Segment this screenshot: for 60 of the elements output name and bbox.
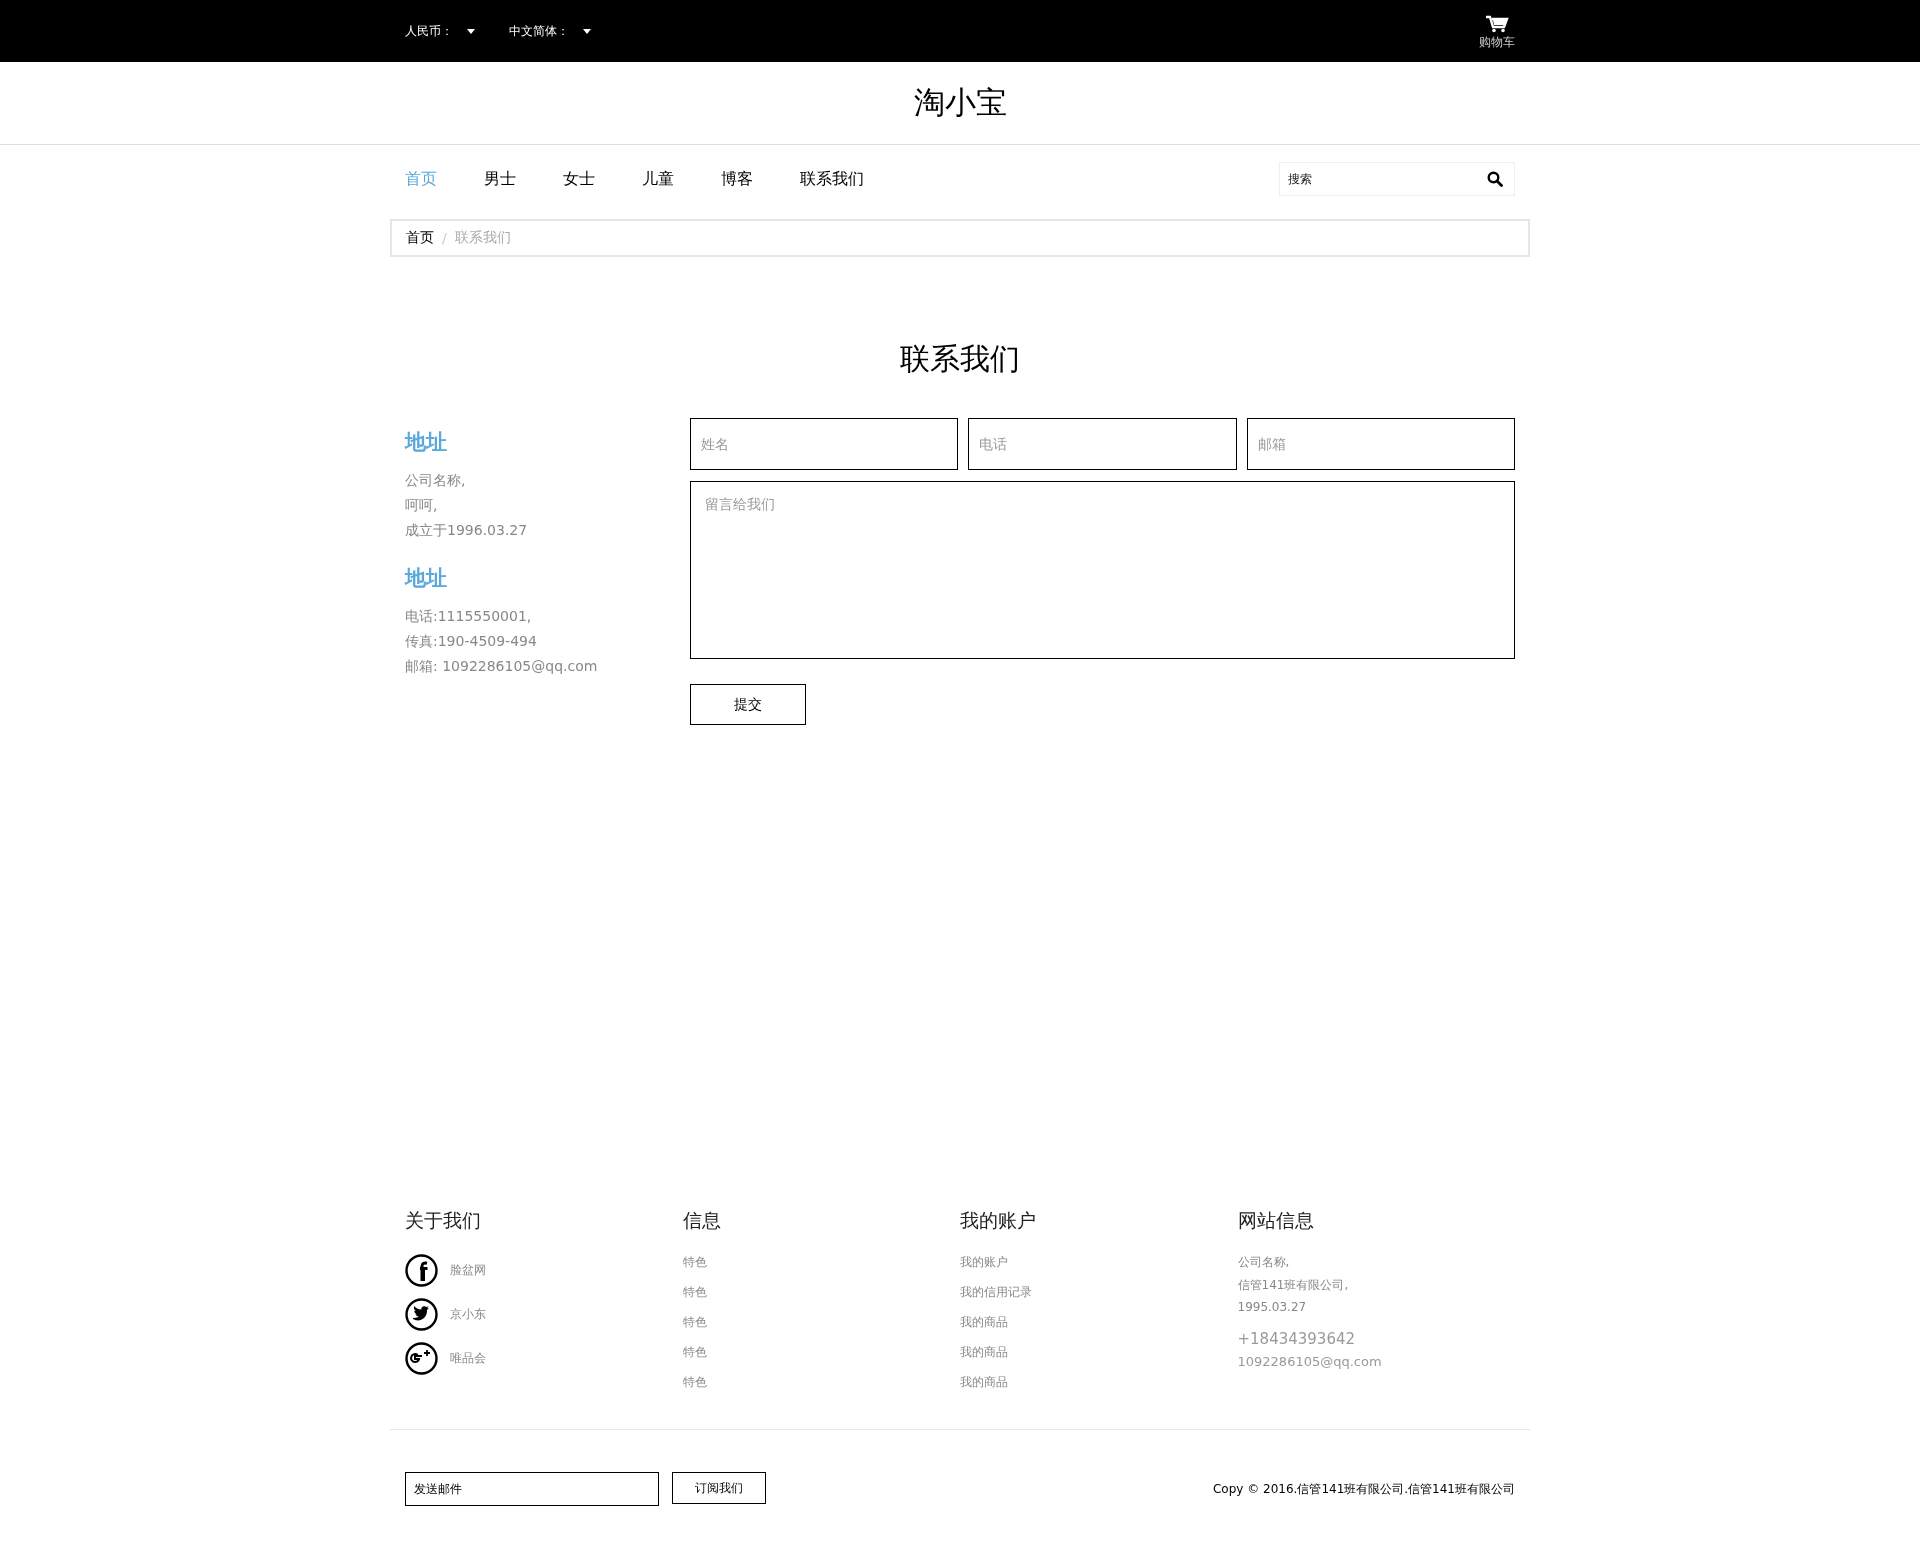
info-text: 传真:190-4509-494 <box>405 632 538 651</box>
nav-link[interactable]: 联系我们 <box>800 168 864 190</box>
page-title: 联系我们 <box>899 340 1021 378</box>
facebook-icon[interactable] <box>405 1254 438 1287</box>
text-input[interactable]: 姓名 <box>690 418 959 470</box>
search-icon <box>1487 171 1503 187</box>
nav-link[interactable]: 男士 <box>484 168 516 190</box>
nav-link[interactable]: 博客 <box>721 168 753 190</box>
footer-link[interactable]: 我的商品 <box>960 1344 1238 1361</box>
footer-link[interactable]: 特色 <box>682 1374 960 1391</box>
submit-button[interactable]: 提交 <box>690 684 806 725</box>
footer-text: 信管141班有限公司, <box>1237 1277 1350 1294</box>
info-text: 呵呵, <box>405 496 439 515</box>
footer-email: 1092286105@qq.com <box>1237 1354 1383 1369</box>
footer-heading: 信息 <box>682 1208 722 1233</box>
info-heading: 地址 <box>405 564 448 592</box>
footer-phone: +18434393642 <box>1237 1330 1357 1348</box>
nav-link[interactable]: 首页 <box>405 168 437 190</box>
text-input[interactable]: 电话 <box>968 418 1237 470</box>
footer-link[interactable]: 我的账户 <box>960 1254 1238 1271</box>
bird-icon[interactable] <box>405 1298 438 1331</box>
footer-heading: 关于我们 <box>405 1208 482 1233</box>
cart-icon <box>1485 15 1509 33</box>
subscribe-button[interactable]: 订阅我们 <box>672 1472 766 1504</box>
info-heading: 地址 <box>405 428 448 456</box>
caret-icon <box>583 28 591 34</box>
info-text: 邮箱: 1092286105@qq.com <box>405 657 599 676</box>
info-text: 公司名称, <box>405 471 467 490</box>
social-link[interactable]: 脸盆网 <box>450 1262 486 1279</box>
copyright-text: Copy © 2016.信管141班有限公司.信管141班有限公司 <box>1212 1480 1515 1498</box>
social-link[interactable]: 京小东 <box>450 1306 486 1323</box>
breadcrumb-item[interactable]: 首页 <box>406 229 434 247</box>
currency-dropdown[interactable]: 人民币： <box>405 22 475 40</box>
google-plus-icon[interactable] <box>405 1342 438 1375</box>
email-input[interactable]: 发送邮件 <box>405 1472 659 1506</box>
footer-heading: 我的账户 <box>960 1208 1037 1233</box>
footer-link[interactable]: 我的商品 <box>960 1314 1238 1331</box>
footer-text: 公司名称, <box>1237 1254 1291 1271</box>
info-text: 电话:1115550001, <box>405 607 533 626</box>
social-link[interactable]: 唯品会 <box>450 1350 486 1367</box>
currency-dropdown[interactable]: 中文简体： <box>509 22 591 40</box>
nav-link[interactable]: 儿童 <box>642 168 674 190</box>
info-text: 成立于1996.03.27 <box>405 521 529 540</box>
search-field[interactable]: 搜索 <box>1279 162 1515 196</box>
text-input[interactable]: 邮箱 <box>1246 418 1515 470</box>
message-textarea[interactable]: 留言给我们 <box>690 481 1515 659</box>
breadcrumb-item: 联系我们 <box>454 229 511 247</box>
footer-link[interactable]: 特色 <box>682 1344 960 1361</box>
cart-button[interactable]: 购物车 <box>1479 15 1515 51</box>
footer-heading: 网站信息 <box>1237 1208 1315 1233</box>
footer-link[interactable]: 特色 <box>682 1314 960 1331</box>
footer-link[interactable]: 特色 <box>682 1284 960 1301</box>
caret-icon <box>467 28 475 34</box>
site-logo[interactable]: 淘小宝 <box>913 82 1007 124</box>
nav-link[interactable]: 女士 <box>563 168 595 190</box>
footer-link[interactable]: 我的信用记录 <box>960 1284 1238 1301</box>
footer-link[interactable]: 特色 <box>682 1254 960 1271</box>
breadcrumb-separator: / <box>442 230 447 246</box>
footer-link[interactable]: 我的商品 <box>960 1374 1238 1391</box>
footer-text: 1995.03.27 <box>1237 1300 1308 1314</box>
